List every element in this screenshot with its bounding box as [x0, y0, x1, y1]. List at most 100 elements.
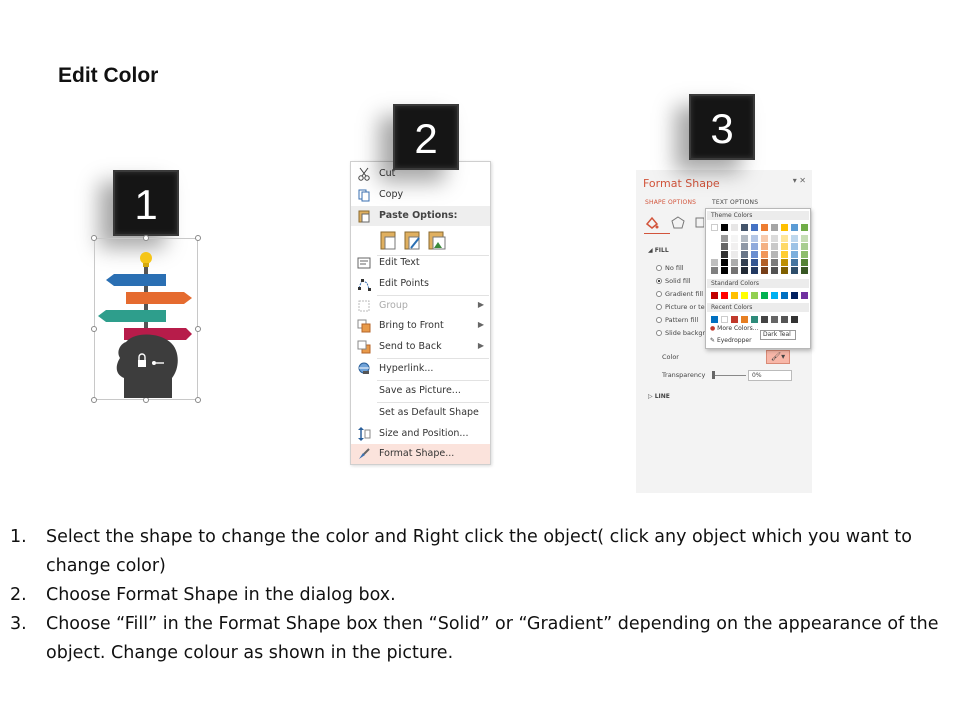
- standard-color-swatch[interactable]: [791, 292, 798, 299]
- menu-item-size-and-position[interactable]: Size and Position...: [351, 424, 490, 444]
- theme-color-shade-swatch[interactable]: [731, 259, 738, 266]
- theme-color-shade-swatch[interactable]: [721, 243, 728, 250]
- recent-color-swatch[interactable]: [711, 316, 718, 323]
- theme-color-shade-swatch[interactable]: [761, 259, 768, 266]
- paste-option-icons[interactable]: [377, 228, 449, 252]
- radio-button[interactable]: [656, 265, 662, 271]
- menu-item-set-default-shape[interactable]: Set as Default Shape: [351, 403, 490, 423]
- fill-color-button[interactable]: 🖌▾: [766, 350, 790, 364]
- theme-color-shade-swatch[interactable]: [761, 267, 768, 274]
- theme-color-shade-swatch[interactable]: [721, 259, 728, 266]
- radio-button[interactable]: [656, 291, 662, 297]
- standard-color-swatch[interactable]: [721, 292, 728, 299]
- theme-color-shade-swatch[interactable]: [781, 251, 788, 258]
- radio-button[interactable]: [656, 317, 662, 323]
- theme-color-shade-swatch[interactable]: [771, 235, 778, 242]
- theme-color-shade-swatch[interactable]: [791, 267, 798, 274]
- theme-color-shade-swatch[interactable]: [751, 243, 758, 250]
- theme-color-shade-swatch[interactable]: [761, 235, 768, 242]
- theme-color-swatch[interactable]: [761, 224, 768, 231]
- theme-color-shade-swatch[interactable]: [801, 243, 808, 250]
- tab-text-options[interactable]: TEXT OPTIONS: [712, 199, 758, 206]
- recent-color-swatch[interactable]: [721, 316, 728, 323]
- menu-item-group[interactable]: Group ▶: [351, 296, 490, 316]
- theme-color-shade-swatch[interactable]: [741, 259, 748, 266]
- theme-color-shade-swatch[interactable]: [711, 251, 718, 258]
- theme-color-shade-swatch[interactable]: [741, 243, 748, 250]
- theme-color-shade-swatch[interactable]: [731, 251, 738, 258]
- standard-color-swatch[interactable]: [801, 292, 808, 299]
- menu-item-bring-to-front[interactable]: Bring to Front ▶: [351, 316, 490, 336]
- theme-color-swatch[interactable]: [771, 224, 778, 231]
- fill-option-picture[interactable]: Picture or te: [656, 303, 705, 311]
- standard-color-swatch[interactable]: [751, 292, 758, 299]
- theme-color-shade-swatch[interactable]: [761, 243, 768, 250]
- theme-color-shade-swatch[interactable]: [771, 243, 778, 250]
- theme-color-shade-swatch[interactable]: [741, 235, 748, 242]
- theme-color-shade-swatch[interactable]: [741, 267, 748, 274]
- theme-color-shade-swatch[interactable]: [801, 259, 808, 266]
- theme-color-shade-swatch[interactable]: [791, 259, 798, 266]
- theme-color-shade-swatch[interactable]: [731, 243, 738, 250]
- standard-color-swatch[interactable]: [761, 292, 768, 299]
- theme-color-shade-swatch[interactable]: [781, 243, 788, 250]
- menu-item-copy[interactable]: Copy: [351, 185, 490, 205]
- eyedropper-link[interactable]: ✎ Eyedropper: [710, 337, 752, 344]
- theme-color-shade-swatch[interactable]: [771, 259, 778, 266]
- pane-controls[interactable]: ▾ ✕: [793, 176, 806, 185]
- standard-color-swatch[interactable]: [731, 292, 738, 299]
- theme-color-shade-swatch[interactable]: [711, 267, 718, 274]
- standard-color-swatch[interactable]: [711, 292, 718, 299]
- theme-color-shade-swatch[interactable]: [781, 267, 788, 274]
- transparency-slider[interactable]: [714, 375, 746, 376]
- theme-color-shade-swatch[interactable]: [771, 251, 778, 258]
- recent-color-swatch[interactable]: [791, 316, 798, 323]
- recent-color-swatch[interactable]: [771, 316, 778, 323]
- theme-color-swatch[interactable]: [791, 224, 798, 231]
- theme-color-shade-swatch[interactable]: [741, 251, 748, 258]
- theme-color-swatch[interactable]: [711, 224, 718, 231]
- theme-color-swatch[interactable]: [781, 224, 788, 231]
- theme-color-shade-swatch[interactable]: [801, 267, 808, 274]
- theme-color-shade-swatch[interactable]: [731, 235, 738, 242]
- theme-color-shade-swatch[interactable]: [791, 243, 798, 250]
- menu-item-format-shape[interactable]: Format Shape...: [351, 444, 490, 464]
- recent-color-swatch[interactable]: [751, 316, 758, 323]
- more-colors-link[interactable]: ● More Colors...: [710, 325, 758, 332]
- theme-color-shade-swatch[interactable]: [751, 259, 758, 266]
- standard-color-swatch[interactable]: [771, 292, 778, 299]
- menu-item-edit-points[interactable]: Edit Points: [351, 274, 490, 294]
- theme-color-shade-swatch[interactable]: [721, 235, 728, 242]
- theme-color-shade-swatch[interactable]: [711, 243, 718, 250]
- recent-color-swatch[interactable]: [761, 316, 768, 323]
- menu-item-save-as-picture[interactable]: Save as Picture...: [351, 381, 490, 401]
- theme-color-shade-swatch[interactable]: [751, 235, 758, 242]
- theme-color-shade-swatch[interactable]: [721, 251, 728, 258]
- theme-color-shade-swatch[interactable]: [781, 235, 788, 242]
- line-section-header[interactable]: ▷ LINE: [648, 393, 670, 400]
- theme-color-shade-swatch[interactable]: [711, 259, 718, 266]
- fill-section-header[interactable]: ◢ FILL: [648, 247, 669, 254]
- recent-color-swatch[interactable]: [731, 316, 738, 323]
- standard-color-swatch[interactable]: [781, 292, 788, 299]
- infographic-shape[interactable]: [91, 235, 201, 404]
- theme-color-shade-swatch[interactable]: [751, 267, 758, 274]
- menu-item-hyperlink[interactable]: Hyperlink...: [351, 359, 490, 379]
- theme-color-swatch[interactable]: [801, 224, 808, 231]
- recent-color-swatch[interactable]: [741, 316, 748, 323]
- transparency-input[interactable]: 0%: [748, 370, 792, 381]
- theme-color-shade-swatch[interactable]: [731, 267, 738, 274]
- fill-option-gradient-fill[interactable]: Gradient fill: [656, 290, 703, 298]
- menu-item-send-to-back[interactable]: Send to Back ▶: [351, 337, 490, 357]
- theme-color-shade-swatch[interactable]: [771, 267, 778, 274]
- theme-color-shade-swatch[interactable]: [791, 235, 798, 242]
- theme-color-swatch[interactable]: [751, 224, 758, 231]
- standard-color-swatch[interactable]: [741, 292, 748, 299]
- fill-option-slide-background[interactable]: Slide backgr: [656, 329, 705, 337]
- theme-color-shade-swatch[interactable]: [761, 251, 768, 258]
- transparency-slider-knob[interactable]: [712, 371, 715, 379]
- theme-color-swatch[interactable]: [741, 224, 748, 231]
- tab-shape-options[interactable]: SHAPE OPTIONS: [645, 199, 696, 206]
- theme-color-shade-swatch[interactable]: [791, 251, 798, 258]
- theme-color-shade-swatch[interactable]: [711, 235, 718, 242]
